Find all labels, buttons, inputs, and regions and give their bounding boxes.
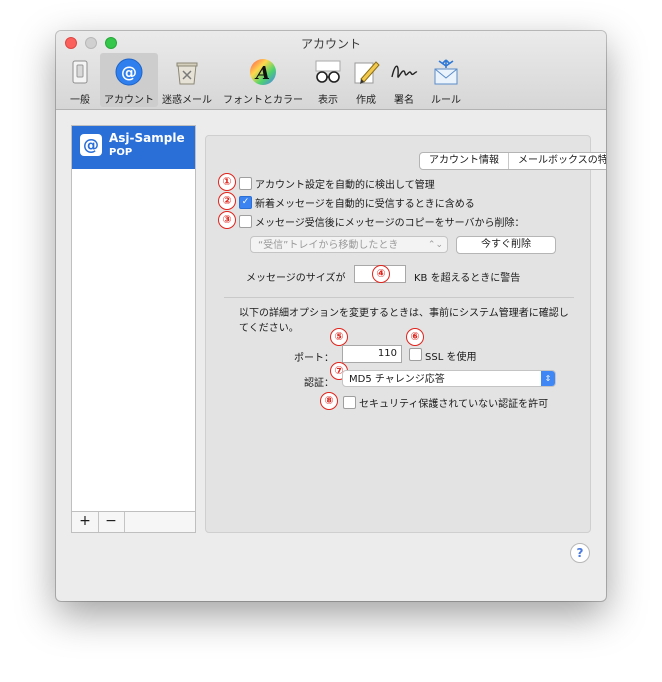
content-area: @ Asj-Sample POP + − アカウント情報 メールボックスの特性 … <box>56 110 606 601</box>
tab-bar: アカウント情報 メールボックスの特性 詳細 <box>419 152 606 170</box>
delete-copy-label: メッセージ受信後にメッセージのコピーをサーバから削除： <box>255 218 525 229</box>
admin-note: 以下の詳細オプションを変更するときは、事前にシステム管理者に確認してください。 <box>239 308 569 334</box>
auth-select[interactable]: MD5 チャレンジ応答 ⇕ <box>342 370 556 387</box>
toolbar-general-label: 一般 <box>70 95 90 106</box>
port-field[interactable]: 110 <box>342 345 402 363</box>
toolbar-junk[interactable]: 迷惑メール <box>160 53 214 107</box>
size-warning-prefix: メッセージのサイズが <box>246 273 346 284</box>
titlebar: アカウント 一般 @ アカウント 迷惑メール A フォントとカラー 表示 作成 … <box>56 31 606 110</box>
include-new-messages-checkbox[interactable]: ✓ <box>239 196 252 209</box>
font-color-icon: A <box>250 59 276 85</box>
account-list: @ Asj-Sample POP <box>71 125 196 512</box>
annotation-marker-6: ⑥ <box>406 328 424 346</box>
allow-insecure-auth-label: セキュリティ保護されていない認証を許可 <box>359 399 549 410</box>
add-account-button[interactable]: + <box>72 512 99 532</box>
divider <box>224 297 574 298</box>
auto-detect-label: アカウント設定を自動的に検出して管理 <box>255 180 435 191</box>
toolbar-composing-label: 作成 <box>356 95 376 106</box>
toolbar-rules-label: ルール <box>431 95 461 106</box>
preferences-window: アカウント 一般 @ アカウント 迷惑メール A フォントとカラー 表示 作成 … <box>56 31 606 601</box>
toolbar-viewing-label: 表示 <box>318 95 338 106</box>
toolbar-accounts-label: アカウント <box>104 95 154 106</box>
junk-trash-icon <box>176 62 198 85</box>
account-name: Asj-Sample <box>109 131 185 145</box>
rules-envelope-icon <box>434 59 458 85</box>
svg-text:@: @ <box>121 63 137 82</box>
updown-chevron-icon: ⌃⌄ <box>427 240 443 250</box>
signature-icon <box>391 65 418 78</box>
toolbar-composing[interactable]: 作成 <box>348 53 384 107</box>
annotation-marker-5: ⑤ <box>330 328 348 346</box>
delete-when-select[interactable]: “受信”トレイから移動したとき ⌃⌄ <box>250 236 448 253</box>
glasses-icon <box>315 60 341 83</box>
toolbar-signatures[interactable]: 署名 <box>386 53 422 107</box>
delete-when-value: “受信”トレイから移動したとき <box>258 240 399 251</box>
auth-value: MD5 チャレンジ応答 <box>349 374 445 385</box>
allow-insecure-auth-checkbox[interactable] <box>343 396 356 409</box>
compose-pencil-icon <box>354 61 380 84</box>
annotation-marker-3: ③ <box>218 211 236 229</box>
annotation-marker-4: ④ <box>372 265 390 283</box>
toolbar-rules[interactable]: ルール <box>424 53 468 107</box>
auth-label: 認証： <box>304 378 334 389</box>
annotation-marker-2: ② <box>218 192 236 210</box>
tab-mailbox-behaviors[interactable]: メールボックスの特性 <box>509 153 606 169</box>
switch-icon <box>72 60 88 84</box>
window-title: アカウント <box>300 37 361 51</box>
account-list-controls: + − <box>71 511 196 533</box>
remove-now-button[interactable]: 今すぐ削除 <box>456 236 556 254</box>
toolbar-general[interactable]: 一般 <box>62 53 98 107</box>
delete-copy-checkbox[interactable] <box>239 215 252 228</box>
auto-detect-checkbox[interactable] <box>239 177 252 190</box>
use-ssl-label: SSL を使用 <box>425 352 477 363</box>
include-new-messages-label: 新着メッセージを自動的に受信するときに含める <box>255 199 475 210</box>
account-type: POP <box>109 147 133 158</box>
svg-text:A: A <box>254 63 270 84</box>
remove-account-button[interactable]: − <box>98 512 125 532</box>
use-ssl-checkbox[interactable] <box>409 348 422 361</box>
annotation-marker-1: ① <box>218 173 236 191</box>
settings-panel: アカウント情報 メールボックスの特性 詳細 ① アカウント設定を自動的に検出して… <box>205 135 606 533</box>
size-warning-suffix: KB を超えるときに警告 <box>414 273 521 284</box>
updown-chevron-icon: ⇕ <box>541 371 555 386</box>
annotation-marker-8: ⑧ <box>320 392 338 410</box>
at-sign-icon: @ <box>115 58 143 86</box>
toolbar-fonts-colors-label: フォントとカラー <box>223 95 303 106</box>
toolbar-fonts-colors[interactable]: A フォントとカラー <box>216 53 310 107</box>
at-sign-icon: @ <box>80 134 102 156</box>
toolbar-signatures-label: 署名 <box>394 95 414 106</box>
toolbar-viewing[interactable]: 表示 <box>310 53 346 107</box>
port-label: ポート： <box>294 353 334 364</box>
tab-account-info[interactable]: アカウント情報 <box>420 153 509 169</box>
account-list-item[interactable]: @ Asj-Sample POP <box>72 126 195 169</box>
help-button[interactable]: ? <box>570 543 590 563</box>
toolbar-accounts[interactable]: @ アカウント <box>100 53 158 107</box>
toolbar-junk-label: 迷惑メール <box>162 95 212 106</box>
